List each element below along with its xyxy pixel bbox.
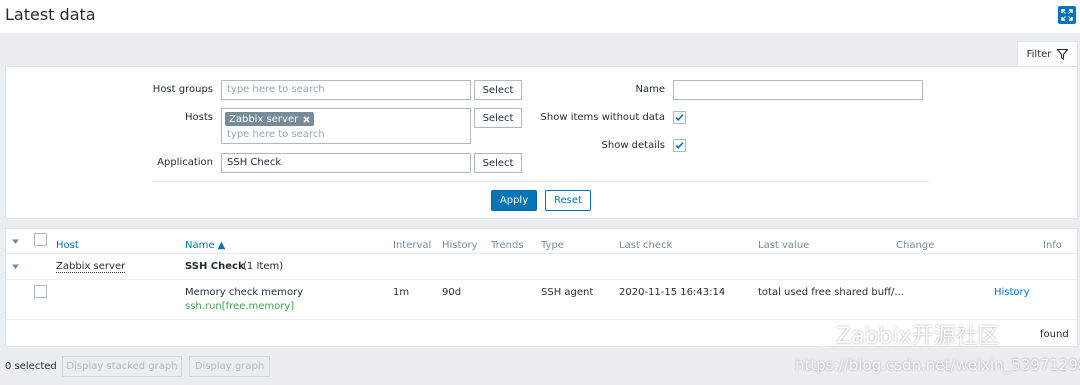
reset-button[interactable]: Reset: [545, 190, 591, 211]
column-change: Change: [896, 240, 935, 251]
group-item-count: (1 Item): [243, 261, 284, 272]
collapse-group-icon[interactable]: [11, 262, 20, 271]
name-label: Name: [635, 84, 665, 95]
application-input[interactable]: SSH Check: [221, 153, 471, 173]
item-checkbox[interactable]: [34, 285, 47, 298]
filter-tab[interactable]: Filter: [1017, 41, 1078, 66]
column-name[interactable]: Name ▲: [185, 240, 225, 251]
column-host[interactable]: Host: [56, 240, 79, 251]
item-interval: 1m: [393, 287, 410, 298]
fullscreen-button[interactable]: [1058, 6, 1076, 24]
host-tag-label: Zabbix server: [229, 113, 299, 125]
funnel-icon: [1057, 48, 1069, 60]
page-title: Latest data: [5, 5, 96, 24]
checkmark-icon: [675, 141, 684, 149]
hosts-label: Hosts: [185, 112, 213, 123]
show-details-checkbox[interactable]: [673, 139, 686, 152]
found-count-text: found: [1040, 329, 1069, 340]
watermark-text: Zabbix开源社区: [806, 318, 1000, 350]
column-type: Type: [541, 240, 564, 251]
select-all-checkbox[interactable]: [34, 233, 47, 246]
column-info: Info: [1043, 240, 1062, 251]
column-trends: Trends: [491, 240, 524, 251]
host-groups-input[interactable]: type here to search: [221, 80, 471, 100]
page-header: [0, 0, 1080, 33]
display-stacked-graph-button[interactable]: Display stacked graph: [62, 356, 182, 377]
host-groups-select-button[interactable]: Select: [474, 80, 522, 100]
show-items-without-data-label: Show items without data: [540, 112, 665, 123]
selected-count: 0 selected: [5, 361, 57, 372]
display-graph-button[interactable]: Display graph: [189, 356, 270, 377]
group-row-divider: [6, 279, 1077, 280]
filter-tab-label: Filter: [1026, 48, 1052, 60]
application-label: Application: [157, 157, 213, 168]
column-last-value: Last value: [758, 240, 810, 251]
column-interval: Interval: [393, 240, 432, 251]
host-tag: Zabbix server: [225, 112, 315, 126]
apply-button[interactable]: Apply: [491, 190, 537, 211]
collapse-all-icon[interactable]: [11, 237, 20, 246]
hosts-search-placeholder[interactable]: type here to search: [227, 129, 325, 140]
fullscreen-icon: [1061, 9, 1073, 21]
column-last-check: Last check: [619, 240, 673, 251]
hosts-select-button[interactable]: Select: [474, 108, 522, 128]
hosts-multiselect[interactable]: Zabbix server type here to search: [221, 108, 471, 144]
item-last-value: total used free shared buff/...: [758, 287, 904, 298]
watermark-label: Zabbix开源社区: [836, 324, 1000, 349]
application-select-button[interactable]: Select: [474, 153, 522, 173]
item-history-link[interactable]: History: [994, 287, 1030, 298]
group-application: SSH Check: [185, 261, 245, 272]
show-items-without-data-checkbox[interactable]: [673, 111, 686, 124]
item-key: ssh.run[free.memory]: [185, 301, 295, 312]
item-last-check: 2020-11-15 16:43:14: [619, 287, 726, 298]
name-input[interactable]: [673, 80, 923, 100]
group-host-link[interactable]: Zabbix server: [56, 261, 126, 273]
host-groups-label: Host groups: [152, 84, 213, 95]
item-name: Memory check memory: [185, 287, 304, 298]
header-row-divider: [6, 253, 1077, 254]
item-type: SSH agent: [541, 287, 594, 298]
checkmark-icon: [675, 113, 684, 121]
watermark-url: https://blog.csdn.net/weixin_53971298: [795, 356, 1080, 374]
wechat-icon: [806, 327, 832, 347]
remove-tag-icon[interactable]: [303, 115, 310, 123]
item-history: 90d: [442, 287, 462, 298]
column-history: History: [442, 240, 478, 251]
filter-divider: [152, 181, 930, 182]
show-details-label: Show details: [601, 140, 665, 151]
